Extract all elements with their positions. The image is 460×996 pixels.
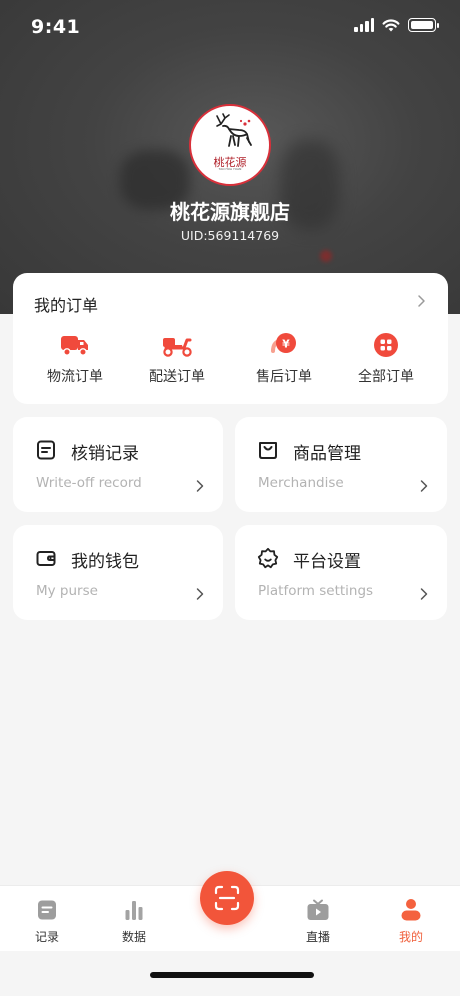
chevron-right-icon [196, 588, 204, 600]
writeoff-record-subtitle: Write-off record [36, 475, 142, 491]
scan-icon [214, 885, 240, 911]
wifi-icon [382, 19, 400, 32]
chevron-right-icon [196, 480, 204, 492]
chevron-right-icon [420, 480, 428, 492]
writeoff-record-title: 核销记录 [71, 444, 139, 464]
user-icon [401, 899, 421, 921]
svg-text:¥: ¥ [282, 338, 290, 351]
wallet-icon [36, 551, 56, 566]
status-time: 9:41 [31, 16, 81, 38]
shop-name: 桃花源旗舰店 [170, 200, 290, 224]
avatar-logo: 桃花源 TAO HUA YUAN [195, 110, 265, 180]
order-logistics[interactable]: 物流订单 [30, 330, 120, 386]
home-indicator [150, 972, 314, 978]
platform-settings-card[interactable]: 平台设置 Platform settings [235, 525, 447, 620]
tab-record-label: 记录 [34, 930, 59, 944]
tab-data-label: 数据 [121, 930, 146, 944]
bar-chart-icon [125, 901, 143, 920]
order-delivery-label: 配送订单 [149, 369, 205, 385]
header-background-blur [320, 250, 332, 262]
deer-logo-icon [216, 113, 252, 147]
status-icons [354, 18, 439, 32]
my-purse-title: 我的钱包 [71, 552, 139, 572]
tab-live-label: 直播 [305, 930, 330, 944]
tab-record[interactable]: 记录 [17, 898, 77, 945]
status-bar: 9:41 [0, 0, 460, 56]
battery-icon [408, 18, 439, 32]
my-purse-subtitle: My purse [36, 583, 98, 599]
chevron-right-icon [420, 588, 428, 600]
merchandise-subtitle: Merchandise [258, 475, 344, 491]
orders-title[interactable]: 我的订单 [34, 292, 98, 316]
merchandise-title: 商品管理 [293, 444, 361, 464]
live-tv-icon [307, 899, 329, 920]
order-all-label: 全部订单 [358, 369, 414, 385]
order-logistics-label: 物流订单 [47, 369, 103, 385]
orders-card: 我的订单 物流订单 配送订单 ¥ 售后订单 全部订单 [13, 273, 448, 404]
yuan-icon: ¥ [271, 333, 296, 353]
tab-live[interactable]: 直播 [288, 898, 348, 945]
truck-icon [61, 336, 88, 356]
bag-icon [259, 442, 277, 459]
record-icon [37, 440, 55, 460]
order-aftersale-label: 售后订单 [256, 369, 312, 385]
grid-icon [374, 333, 398, 357]
platform-settings-title: 平台设置 [293, 552, 361, 572]
shop-uid: UID:569114769 [180, 228, 280, 243]
writeoff-record-card[interactable]: 核销记录 Write-off record [13, 417, 223, 512]
my-purse-card[interactable]: 我的钱包 My purse [13, 525, 223, 620]
order-aftersale[interactable]: ¥ 售后订单 [239, 330, 329, 386]
order-delivery[interactable]: 配送订单 [132, 330, 222, 386]
tab-mine-label: 我的 [398, 930, 423, 944]
record-tab-icon [38, 900, 56, 920]
tab-mine[interactable]: 我的 [381, 898, 441, 945]
scooter-icon [163, 338, 192, 357]
chevron-right-icon[interactable] [416, 293, 428, 309]
scan-button[interactable] [200, 871, 254, 925]
avatar[interactable]: 桃花源 TAO HUA YUAN [189, 104, 271, 186]
tab-data[interactable]: 数据 [104, 898, 164, 945]
avatar-logo-subtext: TAO HUA YUAN [218, 167, 242, 171]
platform-settings-subtitle: Platform settings [258, 583, 374, 599]
settings-icon [257, 547, 279, 569]
signal-icon [354, 18, 374, 32]
order-all[interactable]: 全部订单 [341, 330, 431, 386]
merchandise-card[interactable]: 商品管理 Merchandise [235, 417, 447, 512]
